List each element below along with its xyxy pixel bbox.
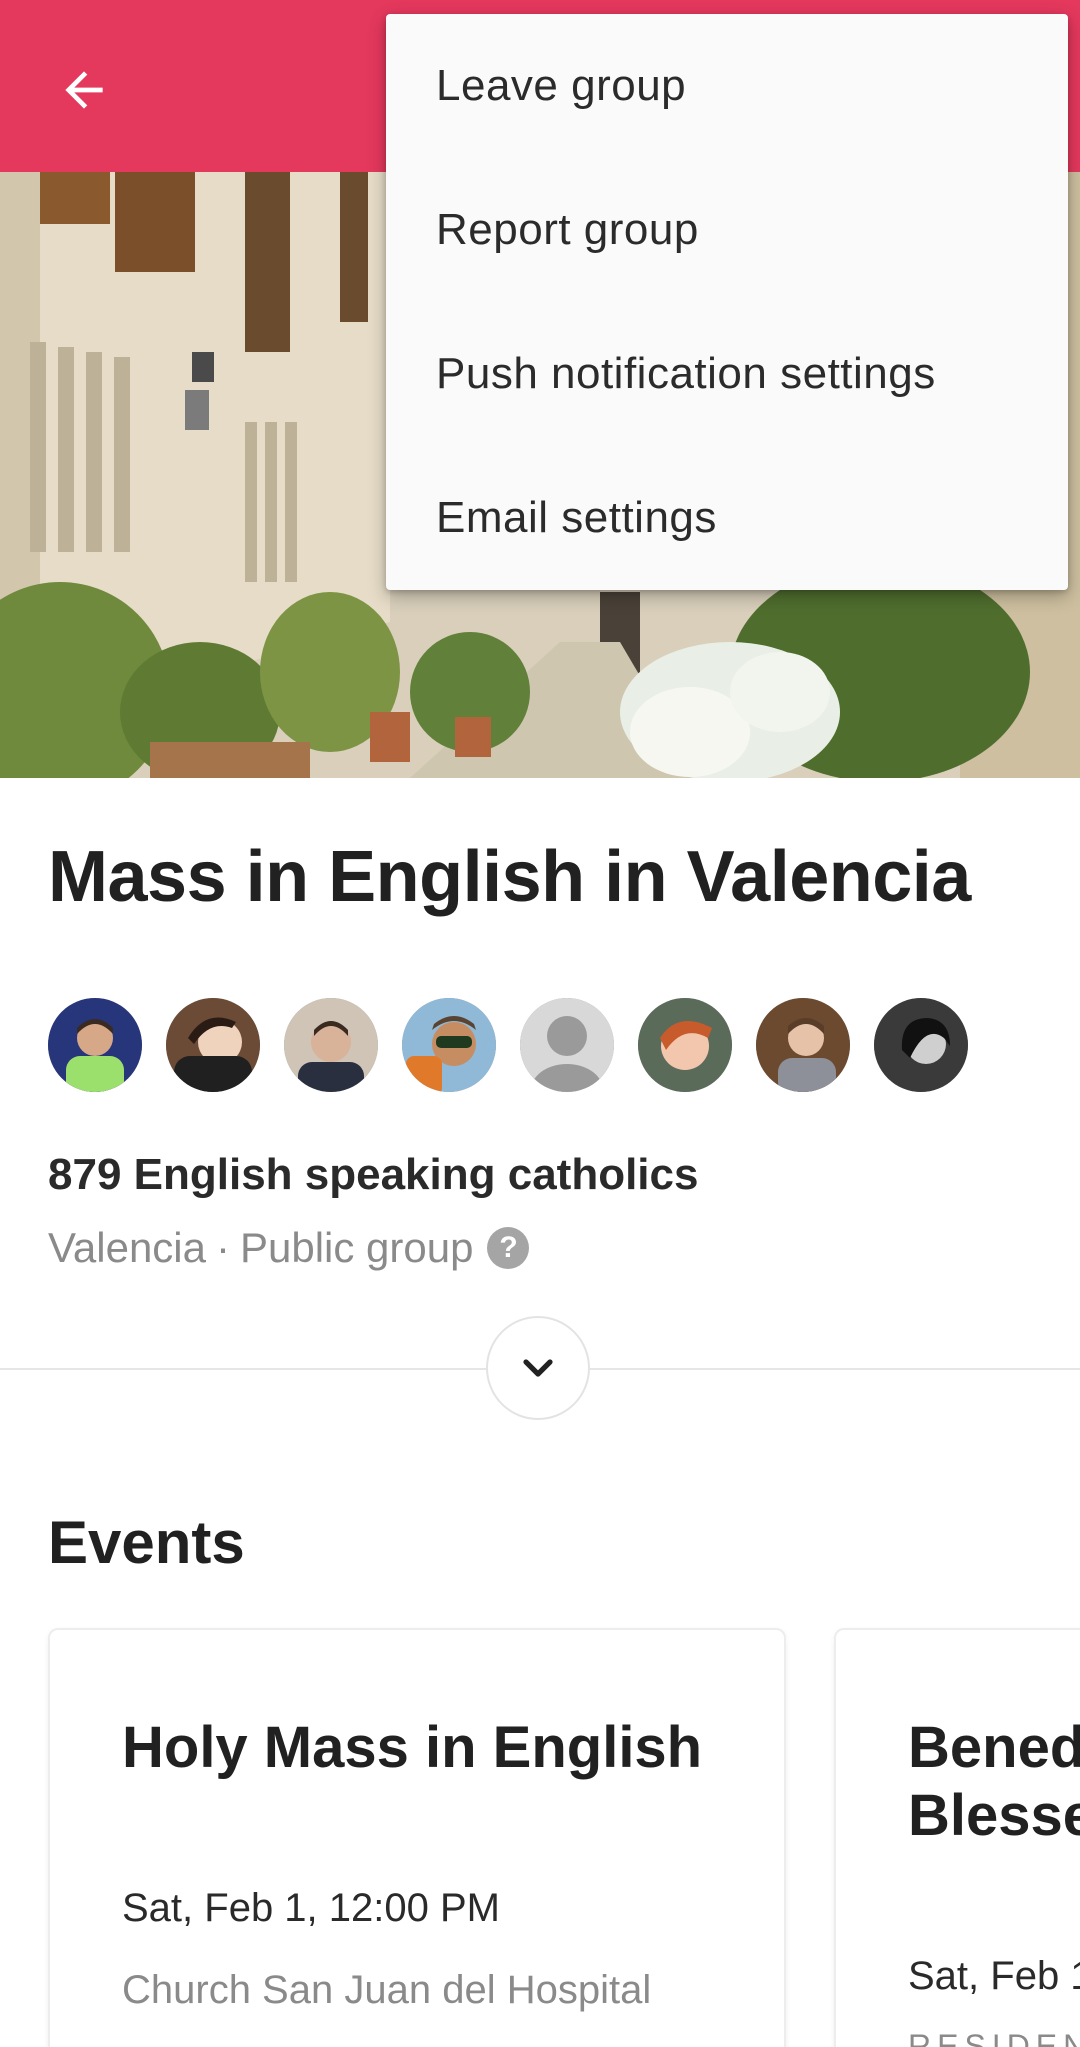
arrow-left-icon [65, 71, 103, 109]
question-circle-icon[interactable]: ? [487, 1227, 530, 1269]
group-privacy: Public group [240, 1224, 474, 1271]
back-button[interactable] [40, 46, 128, 134]
menu-item-leave-group[interactable]: Leave group [386, 14, 1068, 158]
avatar[interactable] [874, 998, 968, 1092]
meta-separator: · [216, 1224, 230, 1271]
avatar[interactable] [284, 998, 378, 1092]
menu-item-report-group[interactable]: Report group [386, 158, 1068, 302]
menu-item-push-notification-settings[interactable]: Push notification settings [386, 302, 1068, 446]
avatar[interactable] [402, 998, 496, 1092]
group-title: Mass in English in Valencia [48, 837, 971, 917]
event-card[interactable]: Holy Mass in English Sat, Feb 1, 12:00 P… [48, 1628, 786, 2047]
avatar-placeholder[interactable] [520, 998, 614, 1092]
overflow-menu: Leave group Report group Push notificati… [386, 14, 1068, 590]
avatar[interactable] [48, 998, 142, 1092]
group-page: Mass in English in Valencia 879 English … [0, 0, 1080, 2047]
event-venue: RESIDENCIA [908, 2028, 1080, 2047]
event-title: Benediction of the Blessed Sacrament [908, 1715, 1080, 1848]
group-meta: Valencia · Public group ? [48, 1224, 530, 1272]
member-count[interactable]: 879 English speaking catholics [48, 1150, 698, 1200]
avatar[interactable] [756, 998, 850, 1092]
group-location: Valencia [48, 1224, 206, 1271]
event-date: Sat, Feb 1 [908, 1954, 1080, 1998]
avatar[interactable] [638, 998, 732, 1092]
expand-details-button[interactable] [486, 1316, 590, 1420]
chevron-down-icon [523, 1359, 553, 1377]
avatar[interactable] [166, 998, 260, 1092]
event-date: Sat, Feb 1, 12:00 PM [122, 1886, 500, 1930]
event-venue: Church San Juan del Hospital [122, 1968, 652, 2012]
event-card[interactable]: Benediction of the Blessed Sacrament Sat… [834, 1628, 1080, 2047]
member-avatars[interactable] [48, 998, 968, 1092]
events-heading: Events [48, 1509, 245, 1576]
event-title: Holy Mass in English [122, 1715, 703, 1780]
menu-item-email-settings[interactable]: Email settings [386, 446, 1068, 590]
